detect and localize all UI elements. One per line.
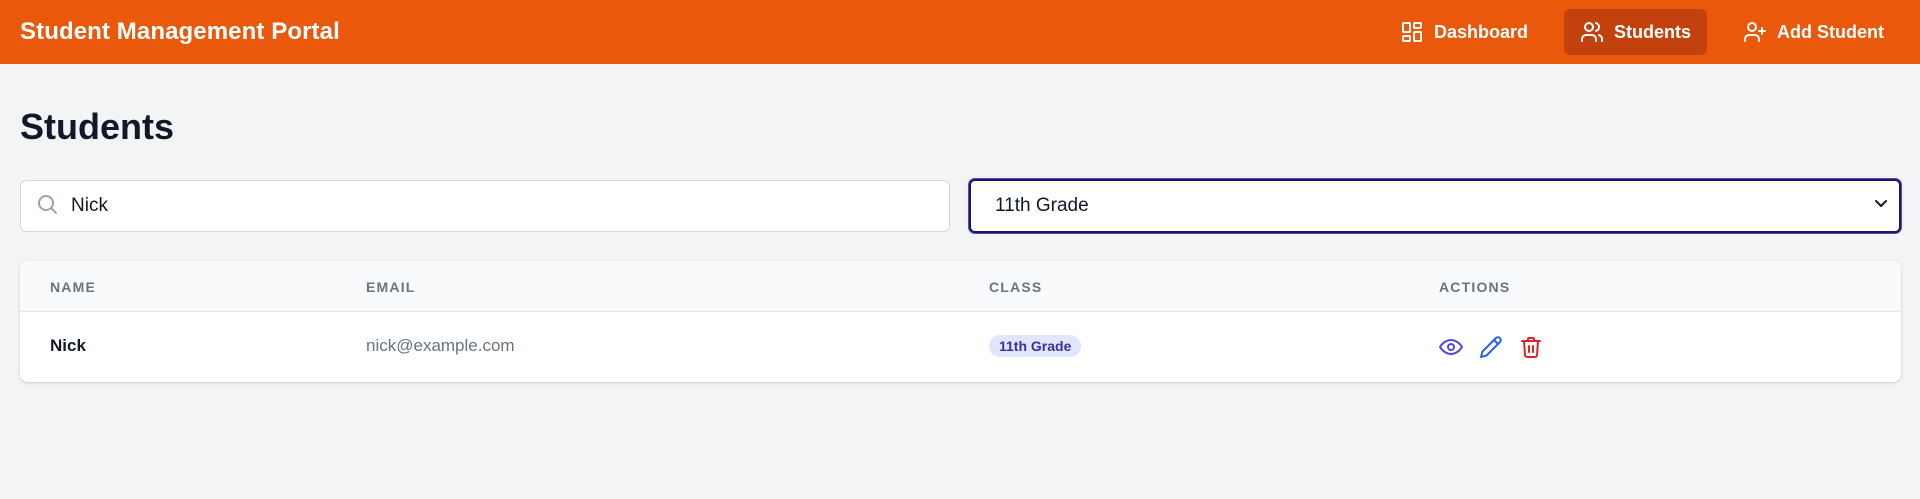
nav-item-label: Dashboard: [1433, 21, 1528, 42]
search-field[interactable]: [20, 180, 950, 232]
main-nav: Dashboard Students Add Student: [1364, 9, 1900, 55]
dashboard-grid-icon: [1400, 20, 1424, 44]
nav-item-dashboard[interactable]: Dashboard: [1384, 9, 1544, 55]
students-table: Name Email Class Actions Nick nick@examp…: [20, 261, 1901, 382]
trash-icon: [1519, 335, 1543, 359]
class-badge: 11th Grade: [989, 335, 1082, 357]
student-name: Nick: [50, 336, 86, 355]
page-title: Students: [20, 106, 175, 147]
chevron-down-icon: [1873, 195, 1889, 217]
table-row: Nick nick@example.com 11th Grade: [20, 312, 1901, 382]
column-header-class: Class: [989, 279, 1043, 295]
users-icon: [1580, 20, 1604, 44]
edit-button[interactable]: [1478, 334, 1504, 360]
pencil-icon: [1479, 335, 1503, 359]
user-plus-icon: [1743, 20, 1767, 44]
column-header-email: Email: [366, 279, 416, 295]
student-email: nick@example.com: [366, 336, 515, 355]
class-filter-select[interactable]: 11th Grade: [969, 179, 1901, 233]
column-header-name: Name: [50, 279, 97, 295]
nav-item-label: Students: [1614, 21, 1692, 42]
top-nav-bar: Student Management Portal Dashboard Stud…: [0, 0, 1920, 64]
row-actions: [1438, 334, 1544, 360]
class-filter-selected-value: 11th Grade: [995, 195, 1089, 216]
delete-button[interactable]: [1518, 334, 1544, 360]
search-input[interactable]: [71, 195, 931, 217]
column-header-actions: Actions: [1439, 279, 1511, 295]
nav-item-add-student[interactable]: Add Student: [1727, 9, 1900, 55]
view-button[interactable]: [1438, 334, 1464, 360]
nav-item-label: Add Student: [1777, 21, 1884, 42]
nav-item-students[interactable]: Students: [1564, 9, 1708, 55]
search-icon: [35, 192, 59, 221]
app-title[interactable]: Student Management Portal: [20, 18, 340, 46]
eye-icon: [1439, 335, 1463, 359]
table-header: Name Email Class Actions: [20, 261, 1901, 312]
